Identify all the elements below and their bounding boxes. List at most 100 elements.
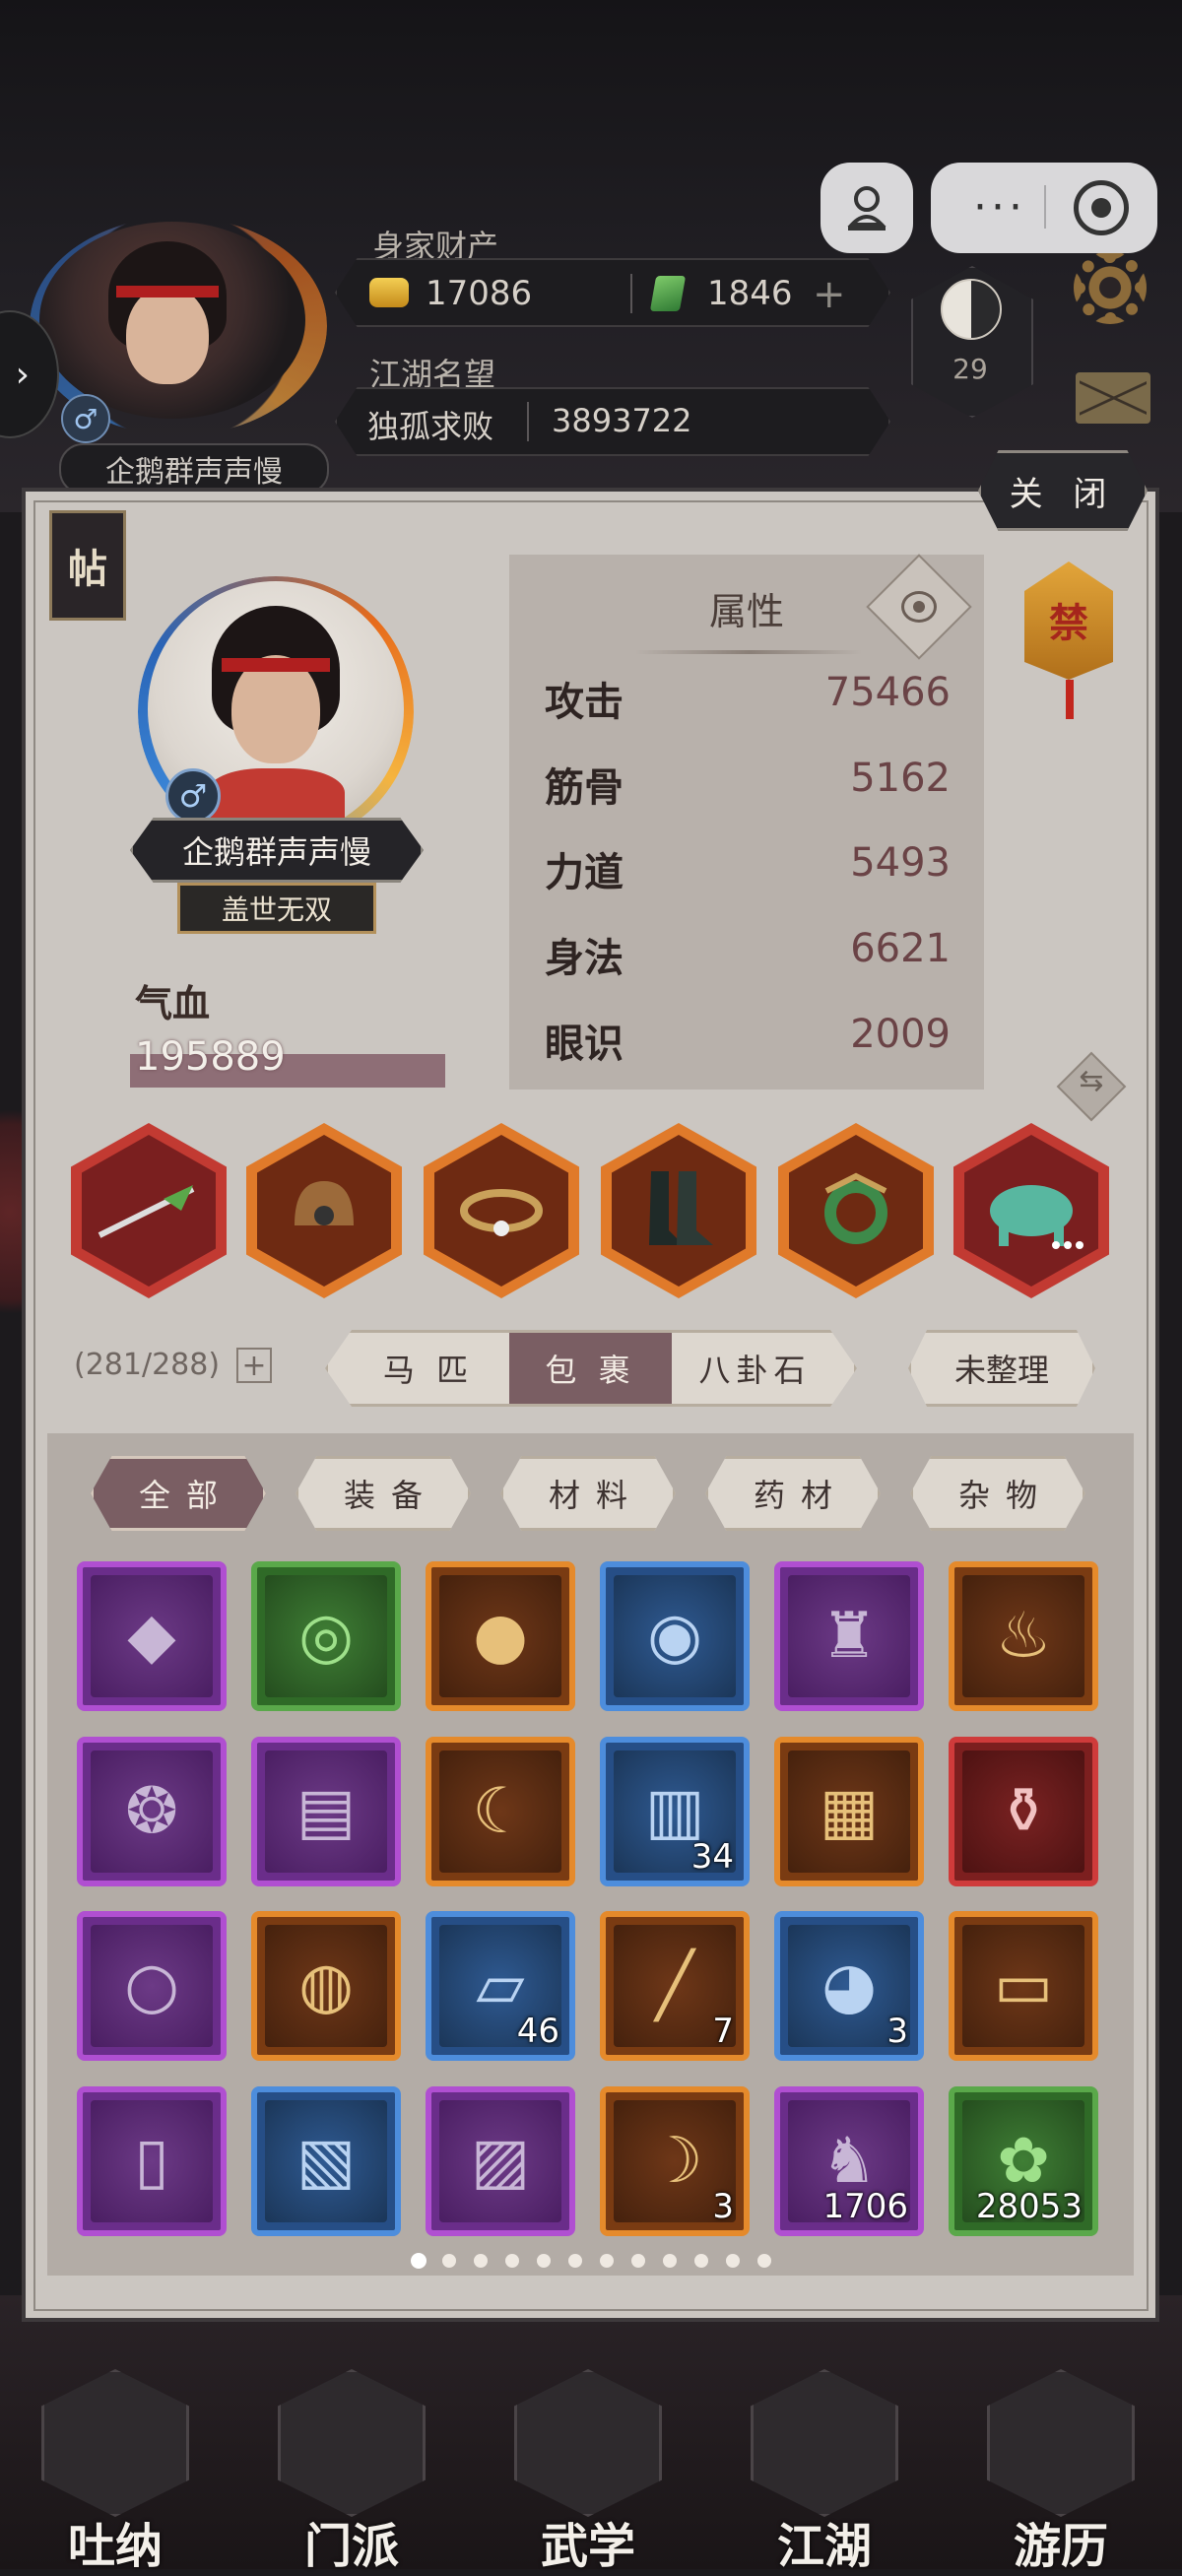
nav-sect[interactable]: 门派 bbox=[278, 2369, 426, 2574]
page-dot[interactable] bbox=[631, 2254, 645, 2268]
fame-rank-title: 独孤求败 bbox=[367, 408, 494, 445]
moon-pendant-icon: ☾ bbox=[472, 1775, 529, 1848]
filter-all[interactable]: 全部 bbox=[91, 1456, 266, 1531]
inventory-slot[interactable]: ◕ 3 bbox=[774, 1911, 924, 2061]
inventory-slot[interactable]: ✿ 28053 bbox=[949, 2086, 1098, 2236]
pearl-icon: ○ bbox=[124, 1949, 179, 2022]
inventory-slot[interactable]: ♜ bbox=[774, 1561, 924, 1711]
tab-bag[interactable]: 包 裹 bbox=[509, 1333, 672, 1404]
settings-gear-icon[interactable] bbox=[1074, 251, 1147, 324]
inventory-slot[interactable]: ▱ 46 bbox=[426, 1911, 575, 2061]
inventory-slot[interactable]: ● bbox=[426, 1561, 575, 1711]
page-dot[interactable] bbox=[442, 2254, 456, 2268]
expand-bag-button[interactable]: + bbox=[236, 1348, 272, 1383]
seal-tassel bbox=[1066, 680, 1074, 719]
item-count: 46 bbox=[516, 2012, 559, 2051]
avatar-headband bbox=[116, 286, 219, 297]
filter-equipment[interactable]: 装备 bbox=[296, 1456, 471, 1531]
gem-icon: ● bbox=[473, 1600, 528, 1673]
inventory-slot[interactable]: ▯ bbox=[77, 2086, 227, 2236]
page-dot[interactable] bbox=[411, 2253, 427, 2269]
portrait-headband bbox=[222, 658, 330, 672]
character-title-badge[interactable]: 盖世无双 bbox=[177, 883, 376, 934]
mini-program-avatar-button[interactable] bbox=[821, 163, 913, 253]
filter-herbs[interactable]: 药材 bbox=[705, 1456, 881, 1531]
inventory-slot[interactable]: ◎ bbox=[251, 1561, 401, 1711]
male-icon: ♂ bbox=[165, 768, 221, 824]
item-count: 3 bbox=[712, 2187, 734, 2226]
close-button[interactable]: 关 闭 bbox=[978, 450, 1148, 531]
item-count: 3 bbox=[886, 2012, 908, 2051]
attr-name-attack: 攻击 bbox=[545, 680, 624, 725]
inventory-slot[interactable]: ♞ 1706 bbox=[774, 2086, 924, 2236]
divider bbox=[527, 402, 529, 441]
bag-capacity: (281/288) bbox=[74, 1348, 221, 1382]
filter-materials[interactable]: 材料 bbox=[500, 1456, 676, 1531]
attr-name-strength: 力道 bbox=[545, 850, 624, 895]
nav-martial-arts[interactable]: 武学 bbox=[514, 2369, 662, 2574]
page-dot[interactable] bbox=[505, 2254, 519, 2268]
page-dot[interactable] bbox=[694, 2254, 708, 2268]
male-icon: ♂ bbox=[61, 394, 110, 443]
inventory-slot[interactable]: ▥ 34 bbox=[600, 1737, 750, 1886]
crystal-ball-icon: ◕ bbox=[821, 1949, 877, 2022]
incense-bowl-icon: ♨ bbox=[995, 1600, 1052, 1673]
scroll-icon: ▭ bbox=[993, 1949, 1054, 2022]
page-dot[interactable] bbox=[663, 2254, 677, 2268]
invitation-card-button[interactable]: 帖 bbox=[49, 510, 126, 621]
secret-book-icon: ▦ bbox=[819, 1775, 880, 1848]
item-count: 34 bbox=[690, 1837, 734, 1877]
recharge-button[interactable]: + bbox=[813, 272, 846, 317]
nav-travel[interactable]: 游历 bbox=[987, 2369, 1135, 2574]
helmet-icon bbox=[295, 1181, 354, 1225]
mail-icon[interactable] bbox=[1076, 372, 1150, 424]
page-dot[interactable] bbox=[568, 2254, 582, 2268]
gold-value: 17086 bbox=[426, 274, 533, 313]
nav-meditation[interactable]: 吐纳 bbox=[41, 2369, 189, 2574]
jade-pendant-icon: ◎ bbox=[298, 1600, 354, 1673]
item-count: 28053 bbox=[975, 2187, 1083, 2226]
inventory-slot[interactable]: ⚱ bbox=[949, 1737, 1098, 1886]
inventory-slot[interactable]: ▭ bbox=[949, 1911, 1098, 2061]
filter-misc[interactable]: 杂物 bbox=[910, 1456, 1085, 1531]
bi-disc-icon: ◍ bbox=[298, 1949, 354, 2022]
page-dot[interactable] bbox=[726, 2254, 740, 2268]
mount-icon bbox=[990, 1185, 1084, 1249]
hp-label: 气血 bbox=[135, 982, 211, 1025]
inventory-slot[interactable]: ▤ bbox=[251, 1737, 401, 1886]
attr-name-agility: 身法 bbox=[545, 936, 624, 981]
nav-label: 武学 bbox=[540, 2519, 635, 2574]
inventory-slot[interactable]: ○ bbox=[77, 1911, 227, 2061]
scripture-book-icon: ▤ bbox=[296, 1775, 357, 1848]
painting-scroll-icon: ▯ bbox=[134, 2125, 169, 2198]
tab-horses[interactable]: 马 匹 bbox=[350, 1333, 507, 1404]
inventory-slot[interactable]: ◉ bbox=[600, 1561, 750, 1711]
inventory-slot[interactable]: ♨ bbox=[949, 1561, 1098, 1711]
inventory-slot[interactable]: ▧ bbox=[251, 2086, 401, 2236]
green-book-icon: ▨ bbox=[470, 2125, 531, 2198]
sort-button[interactable]: 未整理 bbox=[908, 1330, 1095, 1407]
nav-jianghu[interactable]: 江湖 bbox=[751, 2369, 898, 2574]
inventory-slot[interactable]: ◍ bbox=[251, 1911, 401, 2061]
taiji-level: 29 bbox=[952, 353, 988, 385]
more-menu-icon[interactable]: ··· bbox=[960, 177, 1039, 236]
page-dot[interactable] bbox=[757, 2254, 771, 2268]
inventory-slot[interactable]: ❂ bbox=[77, 1737, 227, 1886]
silver-orb-icon: ◉ bbox=[647, 1600, 702, 1673]
page-dot[interactable] bbox=[600, 2254, 614, 2268]
inventory-slot[interactable]: ☾ bbox=[426, 1737, 575, 1886]
tab-bagua-stone[interactable]: 八卦石 bbox=[674, 1333, 836, 1404]
inventory-slot[interactable]: ▨ bbox=[426, 2086, 575, 2236]
inventory-slot[interactable]: ◆ bbox=[77, 1561, 227, 1711]
inventory-slot[interactable]: ☽ 3 bbox=[600, 2086, 750, 2236]
page-dot[interactable] bbox=[474, 2254, 488, 2268]
user-pin-icon bbox=[847, 186, 886, 231]
jade-value: 1846 bbox=[707, 274, 793, 313]
capsule-divider bbox=[1044, 185, 1046, 229]
exit-mini-program-icon[interactable] bbox=[1074, 180, 1129, 235]
vase-icon: ⚱ bbox=[997, 1775, 1050, 1848]
inventory-slot[interactable]: ▦ bbox=[774, 1737, 924, 1886]
avatar-face bbox=[126, 286, 209, 384]
inventory-slot[interactable]: ╱ 7 bbox=[600, 1911, 750, 2061]
page-dot[interactable] bbox=[537, 2254, 551, 2268]
